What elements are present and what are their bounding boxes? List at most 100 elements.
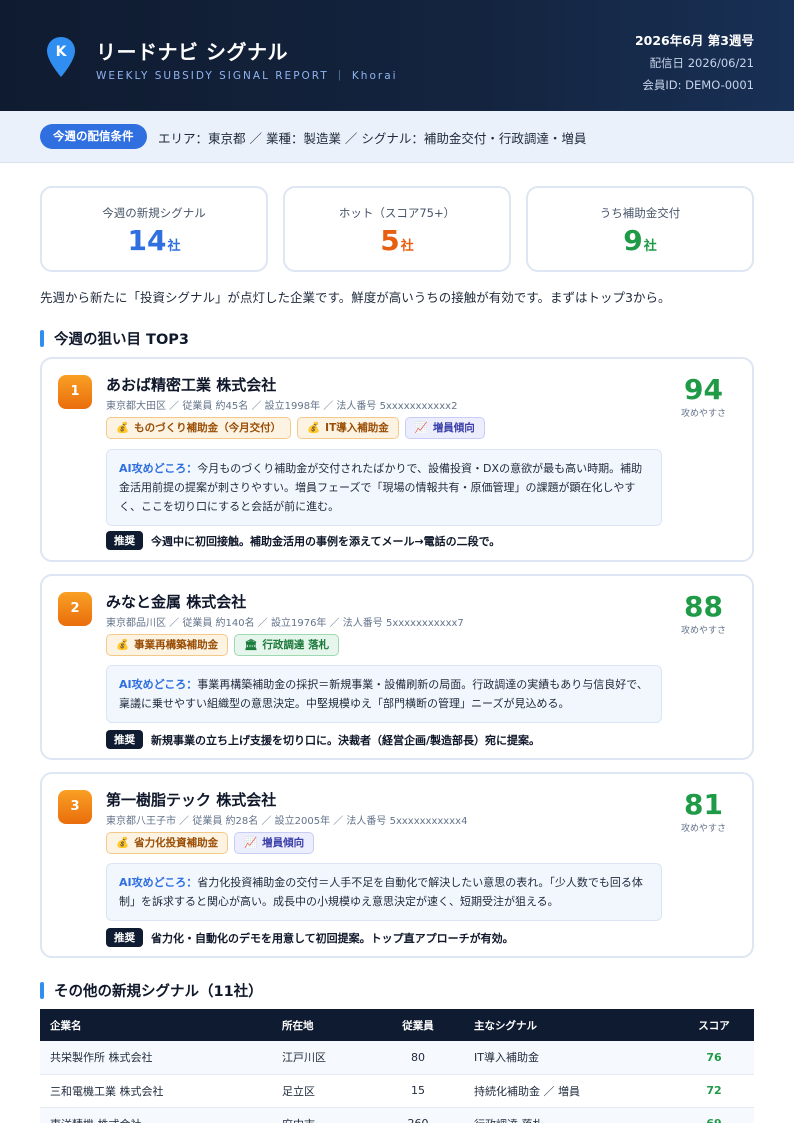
table-row[interactable]: 東洋精機 株式会社 府中市 260 行政調達 落札 69 xyxy=(40,1107,754,1123)
company-card[interactable]: 1 あおば精密工業 株式会社 東京都大田区 ／ 従業員 約45名 ／ 設立199… xyxy=(40,357,754,562)
score-label: 攻めやすさ xyxy=(680,824,726,834)
score-block: 81 攻めやすさ xyxy=(680,788,726,835)
conditions-text: エリア：東京都 ／ 業種：製造業 ／ シグナル：補助金交付・行政調達・増員 xyxy=(158,131,587,146)
svg-text:K: K xyxy=(56,44,68,60)
signal-tag: 📈 増員傾向 xyxy=(234,832,315,854)
ai-insight-text: 今月ものづくり補助金が交付されたばかりで、設備投資・DXの意欲が最も高い時期。補… xyxy=(119,462,643,513)
company-name: あおば精密工業 株式会社 xyxy=(106,376,277,394)
stat-label: ホット（スコア75+） xyxy=(338,206,456,220)
recommendation: 推奨 今週中に初回接触。補助金活用の事例を添えてメール→電話の二段で。 xyxy=(106,531,500,550)
stat-card-subsidy: うち補助金交付 9社 xyxy=(526,186,754,272)
col-header-signal: 主なシグナル xyxy=(474,1019,537,1032)
money-bag-icon: 💰 xyxy=(307,422,321,434)
rec-text: 省力化・自動化のデモを用意して初回提案。トップ直アプローチが有効。 xyxy=(151,931,514,945)
rec-pill: 推奨 xyxy=(106,730,143,749)
cell-employees: 260 xyxy=(372,1107,464,1123)
section-title-top3: 今週の狙い目 TOP3 xyxy=(40,328,189,349)
company-meta: 東京都大田区 ／ 従業員 約45名 ／ 設立1998年 ／ 法人番号 5xxxx… xyxy=(106,401,458,412)
signal-tag: 💰 IT導入補助金 xyxy=(297,417,399,439)
stat-value: 9社 xyxy=(623,224,657,257)
issue-info: 2026年6月 第3週号 配信日 2026/06/21 会員ID: DEMO-0… xyxy=(635,30,754,93)
cell-company: 三和電機工業 株式会社 xyxy=(40,1074,272,1108)
col-header-company: 企業名 xyxy=(50,1019,82,1032)
conditions-pill: 今週の配信条件 xyxy=(40,124,147,149)
delivery-conditions-bar: 今週の配信条件 エリア：東京都 ／ 業種：製造業 ／ シグナル：補助金交付・行政… xyxy=(0,111,794,163)
rank-badge: 3 xyxy=(58,790,92,824)
col-header-employees: 従業員 xyxy=(402,1019,434,1032)
cell-score: 72 xyxy=(674,1074,754,1108)
signal-tag: 📈 増員傾向 xyxy=(404,417,485,439)
stat-card-hot: ホット（スコア75+） 5社 xyxy=(283,186,511,272)
col-header-score: スコア xyxy=(698,1019,730,1032)
cell-employees: 15 xyxy=(372,1074,464,1108)
rank-badge: 1 xyxy=(58,375,92,409)
stat-card-new-signals: 今週の新規シグナル 14社 xyxy=(40,186,268,272)
signal-tag: 🏛 行政調達 落札 xyxy=(234,634,340,656)
company-meta: 東京都品川区 ／ 従業員 約140名 ／ 設立1976年 ／ 法人番号 5xxx… xyxy=(106,618,464,629)
score-block: 88 攻めやすさ xyxy=(680,590,726,637)
member-id: 会員ID: DEMO-0001 xyxy=(642,78,754,92)
section-title-others: その他の新規シグナル（11社） xyxy=(40,980,263,1001)
ai-insight-text: 省力化投資補助金の交付＝人手不足を自動化で解決したい意思の表れ。「少人数でも回る… xyxy=(119,876,643,908)
signal-tags: 💰 省力化投資補助金 📈 増員傾向 xyxy=(106,832,315,854)
ai-label: AI攻めどころ： xyxy=(119,462,198,475)
stat-value: 14社 xyxy=(127,224,181,257)
ai-label: AI攻めどころ： xyxy=(119,876,198,889)
ai-insight-box: AI攻めどころ：事業再構築補助金の採択＝新規事業・設備刷新の局面。行政調達の実績… xyxy=(106,665,662,723)
intro-text: 先週から新たに「投資シグナル」が点灯した企業です。鮮度が高いうちの接触が有効です… xyxy=(40,290,671,305)
cell-signal: 持続化補助金 ／ 増員 xyxy=(464,1074,674,1108)
score-value: 88 xyxy=(684,590,723,623)
signal-tag: 💰 事業再構築補助金 xyxy=(106,634,229,656)
company-card[interactable]: 2 みなと金属 株式会社 東京都品川区 ／ 従業員 約140名 ／ 設立1976… xyxy=(40,574,754,760)
cell-company: 共栄製作所 株式会社 xyxy=(40,1041,272,1075)
company-name: みなと金属 株式会社 xyxy=(106,593,247,611)
stat-label: うち補助金交付 xyxy=(599,206,681,220)
stat-value: 5社 xyxy=(380,224,414,257)
cell-score: 69 xyxy=(674,1107,754,1123)
signal-tag: 💰 省力化投資補助金 xyxy=(106,832,229,854)
table-row[interactable]: 三和電機工業 株式会社 足立区 15 持続化補助金 ／ 増員 72 xyxy=(40,1074,754,1108)
report-header: K リードナビ シグナル WEEKLY SUBSIDY SIGNAL REPOR… xyxy=(0,0,794,111)
trend-chart-icon: 📈 xyxy=(414,422,428,434)
delivery-date: 配信日 2026/06/21 xyxy=(649,56,754,70)
signal-tags: 💰 事業再構築補助金 🏛 行政調達 落札 xyxy=(106,634,340,656)
cell-location: 足立区 xyxy=(272,1074,372,1108)
cell-location: 江戸川区 xyxy=(272,1041,372,1075)
ai-label: AI攻めどころ： xyxy=(119,678,198,691)
money-bag-icon: 💰 xyxy=(116,837,130,849)
money-bag-icon: 💰 xyxy=(116,639,130,651)
cell-company: 東洋精機 株式会社 xyxy=(40,1107,272,1123)
money-bag-icon: 💰 xyxy=(116,422,130,434)
table-row[interactable]: 共栄製作所 株式会社 江戸川区 80 IT導入補助金 76 xyxy=(40,1041,754,1075)
signal-tags: 💰 ものづくり補助金（今月交付） 💰 IT導入補助金 📈 増員傾向 xyxy=(106,417,485,439)
recommendation: 推奨 省力化・自動化のデモを用意して初回提案。トップ直アプローチが有効。 xyxy=(106,928,514,947)
stat-label: 今週の新規シグナル xyxy=(102,206,206,220)
cell-location: 府中市 xyxy=(272,1107,372,1123)
table-header-row: 企業名 所在地 従業員 主なシグナル スコア xyxy=(40,1009,754,1041)
rank-badge: 2 xyxy=(58,592,92,626)
government-icon: 🏛 xyxy=(244,639,258,651)
score-value: 81 xyxy=(684,788,723,821)
score-label: 攻めやすさ xyxy=(680,409,726,419)
company-card[interactable]: 3 第一樹脂テック 株式会社 東京都八王子市 ／ 従業員 約28名 ／ 設立20… xyxy=(40,772,754,958)
rec-pill: 推奨 xyxy=(106,531,143,550)
company-name: 第一樹脂テック 株式会社 xyxy=(106,791,277,809)
logo-pin-icon: K xyxy=(47,37,75,77)
ai-insight-box: AI攻めどころ：省力化投資補助金の交付＝人手不足を自動化で解決したい意思の表れ。… xyxy=(106,863,662,921)
rec-text: 今週中に初回接触。補助金活用の事例を添えてメール→電話の二段で。 xyxy=(151,534,501,548)
app-subtitle: WEEKLY SUBSIDY SIGNAL REPORT ｜ Khorai xyxy=(96,70,398,82)
cell-employees: 80 xyxy=(372,1041,464,1075)
score-block: 94 攻めやすさ xyxy=(680,373,726,420)
trend-chart-icon: 📈 xyxy=(244,837,258,849)
col-header-location: 所在地 xyxy=(282,1019,314,1032)
issue-week: 2026年6月 第3週号 xyxy=(634,33,754,48)
company-meta: 東京都八王子市 ／ 従業員 約28名 ／ 設立2005年 ／ 法人番号 5xxx… xyxy=(106,816,468,827)
ai-insight-box: AI攻めどころ：今月ものづくり補助金が交付されたばかりで、設備投資・DXの意欲が… xyxy=(106,449,662,526)
cell-score: 76 xyxy=(674,1041,754,1075)
rec-text: 新規事業の立ち上げ支援を切り口に。決裁者（経営企画/製造部長）宛に提案。 xyxy=(151,733,541,747)
score-value: 94 xyxy=(684,373,723,406)
score-label: 攻めやすさ xyxy=(680,626,726,636)
cell-signal: 行政調達 落札 xyxy=(464,1107,674,1123)
app-title: リードナビ シグナル xyxy=(96,40,288,64)
other-signals-table: 企業名 所在地 従業員 主なシグナル スコア 共栄製作所 株式会社 江戸川区 8… xyxy=(40,1009,754,1123)
